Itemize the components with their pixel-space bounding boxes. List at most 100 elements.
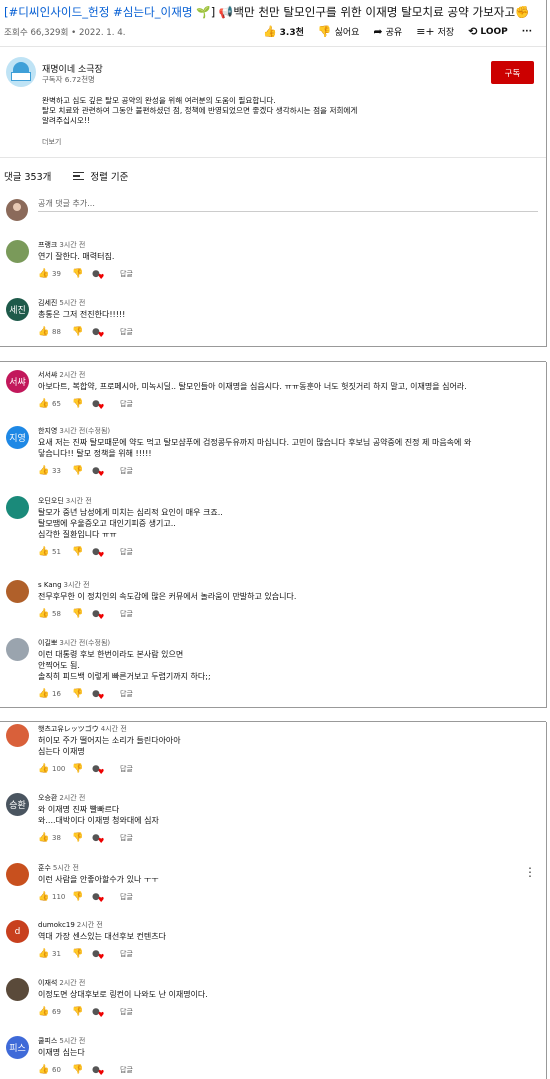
- avatar-initials: 서쌰: [9, 378, 26, 388]
- commenter-avatar[interactable]: [6, 638, 29, 661]
- comment-author-row: 오딘오딘 3시간 전: [38, 496, 92, 506]
- reply-button[interactable]: 답글: [120, 1007, 133, 1017]
- thumbs-down-icon[interactable]: 👎: [72, 1007, 86, 1017]
- channel-avatar[interactable]: [6, 57, 36, 87]
- commenter-avatar[interactable]: [6, 724, 29, 747]
- commenter-avatar[interactable]: 서쌰: [6, 370, 29, 393]
- thumbs-down-icon[interactable]: 👎: [72, 466, 86, 476]
- show-more-button[interactable]: 더보기: [42, 137, 61, 147]
- thumbs-up-icon[interactable]: 👍: [38, 399, 52, 409]
- dislike-button[interactable]: 👎 싫어요: [318, 25, 360, 38]
- video-title-tags[interactable]: [#디씨인사이드_헌정 #심는다_이재명: [4, 5, 196, 19]
- reply-button[interactable]: 답글: [120, 466, 133, 476]
- comment-time[interactable]: 3시간 전: [59, 241, 85, 249]
- thumbs-down-icon[interactable]: 👎: [72, 327, 86, 337]
- reply-button[interactable]: 답글: [120, 949, 133, 959]
- commenter-avatar[interactable]: [6, 863, 29, 886]
- reply-button[interactable]: 답글: [120, 547, 133, 557]
- comment-author[interactable]: 오딘오딘: [38, 497, 64, 505]
- comment-author[interactable]: 오승환: [38, 794, 57, 802]
- commenter-avatar[interactable]: [6, 978, 29, 1001]
- comment-time[interactable]: 3시간 전(수정됨): [59, 639, 110, 647]
- comment-author[interactable]: 프랭크: [38, 241, 57, 249]
- thumbs-down-icon[interactable]: 👎: [72, 833, 86, 843]
- comment-line: 역대 가장 센스있는 대선후보 컨텐츠다: [38, 932, 166, 941]
- comment-time[interactable]: 2시간 전: [59, 371, 85, 379]
- thumbs-up-icon[interactable]: 👍: [38, 269, 52, 279]
- comment-time[interactable]: 4시간 전: [101, 725, 127, 733]
- commenter-avatar[interactable]: 승환: [6, 793, 29, 816]
- commenter-avatar[interactable]: [6, 580, 29, 603]
- commenter-avatar[interactable]: d: [6, 920, 29, 943]
- thumbs-down-icon[interactable]: 👎: [72, 1065, 86, 1075]
- thumbs-up-icon[interactable]: 👍: [38, 466, 52, 476]
- thumbs-down-icon[interactable]: 👎: [72, 269, 86, 279]
- reply-button[interactable]: 답글: [120, 609, 133, 619]
- reply-button[interactable]: 답글: [120, 327, 133, 337]
- comment-time[interactable]: 2시간 전: [59, 979, 85, 987]
- thumbs-up-icon[interactable]: 👍: [38, 764, 52, 774]
- reply-button[interactable]: 답글: [120, 892, 133, 902]
- loop-button[interactable]: ⟲ LOOP: [468, 26, 508, 37]
- comment-line: 솔직히 피드백 이렇게 빠른거보고 두렵기까지 하다;;: [38, 672, 211, 681]
- thumbs-down-icon[interactable]: 👎: [72, 764, 86, 774]
- reply-button[interactable]: 답글: [120, 269, 133, 279]
- comment-text: 연기 잘한다. 매력터짐.: [38, 251, 528, 262]
- thumbs-up-icon[interactable]: 👍: [38, 327, 52, 337]
- comment-like-count: 31: [52, 950, 61, 958]
- thumbs-up-icon[interactable]: 👍: [38, 547, 52, 557]
- thumbs-up-icon[interactable]: 👍: [38, 833, 52, 843]
- commenter-avatar[interactable]: 세진: [6, 298, 29, 321]
- comment-author[interactable]: 햇츠고유レッツゴウ: [38, 725, 99, 733]
- comment-time[interactable]: 5시간 전: [53, 864, 79, 872]
- subscribe-button[interactable]: 구독: [491, 61, 534, 84]
- comment-author-row: 프랭크 3시간 전: [38, 240, 85, 250]
- reply-button[interactable]: 답글: [120, 764, 133, 774]
- more-actions-button[interactable]: ···: [522, 27, 532, 37]
- thumbs-up-icon[interactable]: 👍: [38, 689, 52, 699]
- thumbs-down-icon[interactable]: 👎: [72, 949, 86, 959]
- comment-author[interactable]: 훈수: [38, 864, 51, 872]
- comment-time[interactable]: 2시간 전: [77, 921, 103, 929]
- commenter-avatar[interactable]: 피스: [6, 1036, 29, 1059]
- comment-author[interactable]: 이길뽀: [38, 639, 57, 647]
- thumbs-up-icon[interactable]: 👍: [38, 1065, 52, 1075]
- commenter-avatar[interactable]: 지영: [6, 426, 29, 449]
- comment-author[interactable]: 쿨피스: [38, 1037, 57, 1045]
- comment-time[interactable]: 3시간 전: [64, 581, 90, 589]
- comment-time[interactable]: 3시간 전: [66, 497, 92, 505]
- comment-menu-icon[interactable]: ⋮: [524, 865, 536, 879]
- reply-button[interactable]: 답글: [120, 833, 133, 843]
- commenter-avatar[interactable]: [6, 240, 29, 263]
- comment-author[interactable]: s Kang: [38, 581, 62, 589]
- thumbs-down-icon[interactable]: 👎: [72, 609, 86, 619]
- like-button[interactable]: 👍 3.3천: [263, 25, 304, 38]
- thumbs-down-icon[interactable]: 👎: [72, 689, 86, 699]
- comment-author[interactable]: 김세진: [38, 299, 57, 307]
- thumbs-down-icon[interactable]: 👎: [72, 892, 86, 902]
- comment-time[interactable]: 5시간 전: [59, 299, 85, 307]
- comment-author[interactable]: 서서쌰: [38, 371, 57, 379]
- comment-time[interactable]: 2시간 전: [59, 794, 85, 802]
- share-button[interactable]: ➦ 공유: [373, 25, 402, 38]
- save-button[interactable]: ≡+ 저장: [416, 25, 454, 38]
- thumbs-up-icon[interactable]: 👍: [38, 949, 52, 959]
- add-comment-input[interactable]: 공개 댓글 추가...: [38, 198, 538, 212]
- thumbs-down-icon[interactable]: 👎: [72, 547, 86, 557]
- reply-button[interactable]: 답글: [120, 399, 133, 409]
- reply-button[interactable]: 답글: [120, 689, 133, 699]
- commenter-avatar[interactable]: [6, 496, 29, 519]
- comment-time[interactable]: 5시간 전: [59, 1037, 85, 1045]
- comment-actions: 👍 39 👎 ● ♥ 답글: [38, 268, 133, 281]
- thumbs-up-icon[interactable]: 👍: [38, 1007, 52, 1017]
- thumbs-down-icon[interactable]: 👎: [72, 399, 86, 409]
- comment-author[interactable]: dumokc19: [38, 921, 75, 929]
- comment-time[interactable]: 3시간 전(수정됨): [59, 427, 110, 435]
- reply-button[interactable]: 답글: [120, 1065, 133, 1075]
- sort-button[interactable]: 정렬 기준: [73, 169, 128, 183]
- share-icon: ➦: [373, 25, 383, 38]
- thumbs-up-icon[interactable]: 👍: [38, 892, 52, 902]
- comment-author[interactable]: 이재석: [38, 979, 57, 987]
- comment-author[interactable]: 한지영: [38, 427, 57, 435]
- thumbs-up-icon[interactable]: 👍: [38, 609, 52, 619]
